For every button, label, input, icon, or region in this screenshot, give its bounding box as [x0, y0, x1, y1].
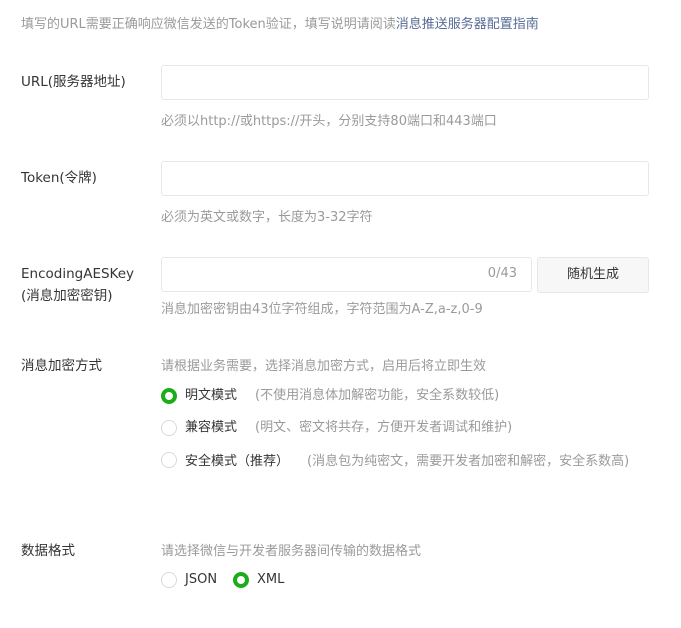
radio-unchecked-icon [161, 572, 177, 588]
token-input[interactable] [161, 161, 649, 196]
url-label: URL(服务器地址) [21, 74, 126, 90]
generate-key-button[interactable]: 随机生成 [537, 257, 649, 293]
aes-counter: 0/43 [487, 266, 517, 281]
encryption-hint: 请根据业务需要，选择消息加密方式，启用后将立即生效 [161, 359, 487, 374]
radio-xml[interactable]: XML [233, 570, 284, 590]
aes-help: 消息加密密钥由43位字符组成，字符范围为A-Z,a-z,0-9 [161, 302, 483, 317]
config-guide-link[interactable]: 消息推送服务器配置指南 [396, 17, 539, 32]
radio-json[interactable]: JSON [161, 570, 217, 590]
intro-text: 填写的URL需要正确响应微信发送的Token验证，填写说明请阅读消息推送服务器配… [21, 17, 539, 32]
url-input[interactable] [161, 65, 649, 100]
token-help: 必须为英文或数字，长度为3-32字符 [161, 210, 373, 225]
radio-secure[interactable]: 安全模式（推荐） (消息包为纯密文，需要开发者加密和解密，安全系数高) [161, 450, 649, 473]
token-label: Token(令牌) [21, 170, 97, 186]
aes-label: EncodingAESKey (消息加密密钥) [21, 266, 135, 304]
radio-unchecked-icon [161, 452, 177, 468]
aes-input[interactable]: 0/43 [161, 257, 532, 292]
radio-compatible[interactable]: 兼容模式 (明文、密文将共存，方便开发者调试和维护) [161, 418, 649, 438]
format-hint: 请选择微信与开发者服务器间传输的数据格式 [161, 544, 422, 559]
radio-plaintext[interactable]: 明文模式 (不使用消息体加解密功能，安全系数较低) [161, 386, 649, 406]
radio-checked-icon [161, 388, 177, 404]
format-label: 数据格式 [21, 543, 75, 559]
url-help: 必须以http://或https://开头，分别支持80端口和443端口 [161, 114, 497, 129]
encryption-label: 消息加密方式 [21, 358, 102, 374]
radio-checked-icon [233, 572, 249, 588]
radio-unchecked-icon [161, 420, 177, 436]
